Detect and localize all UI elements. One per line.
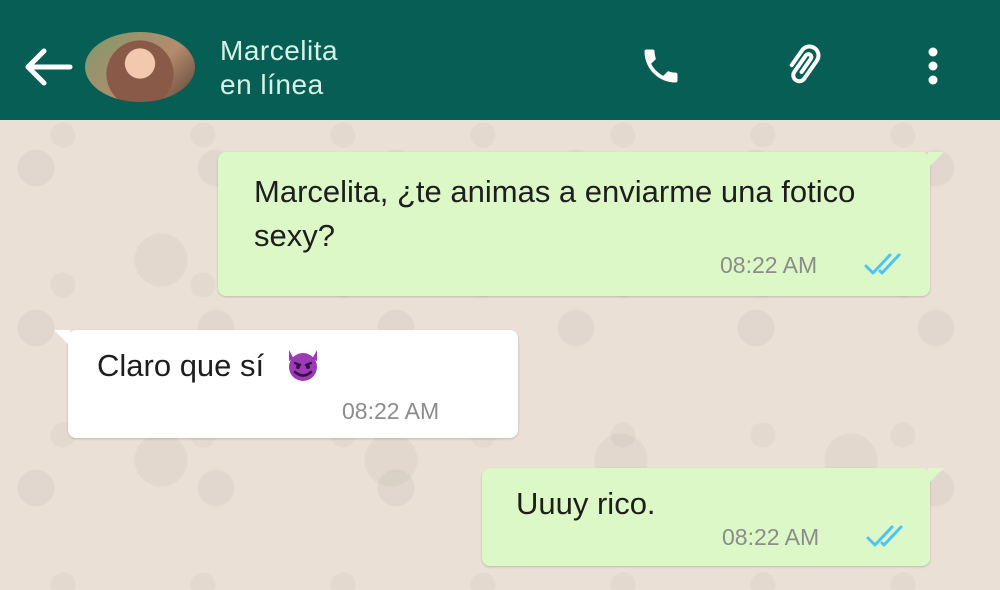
message-text: Uuuy rico. (516, 486, 656, 521)
menu-button[interactable] (920, 44, 946, 93)
message-time: 08:22 AM (342, 398, 440, 424)
smiling-devil-emoji-icon (288, 350, 317, 381)
message-bubble-outgoing[interactable]: Marcelita, ¿te animas a enviarme una fot… (218, 152, 944, 296)
message-text-line: Claro que sí (97, 344, 323, 388)
contact-info[interactable]: Marcelita en línea (220, 34, 338, 102)
message-bubble-incoming[interactable]: Claro que sí 08:22 AM (54, 330, 518, 438)
contact-avatar[interactable] (85, 32, 195, 102)
message-time: 08:22 AM (720, 252, 818, 278)
double-check-icon (866, 525, 903, 547)
phone-icon (644, 49, 678, 83)
contact-status: en línea (220, 69, 324, 100)
message-text: Claro que sí (97, 348, 265, 383)
bubble-tail (928, 468, 944, 484)
message-bubble-outgoing[interactable]: Uuuy rico. 08:22 AM (482, 468, 944, 566)
bubble-tail (928, 152, 944, 168)
back-button[interactable] (20, 45, 76, 89)
attach-button[interactable] (772, 44, 842, 93)
message-text: Marcelita, ¿te animas a enviarme una fot… (254, 174, 856, 253)
call-button[interactable] (630, 44, 692, 93)
back-arrow-icon (25, 48, 73, 86)
paperclip-icon (789, 44, 821, 84)
message-time: 08:22 AM (722, 524, 820, 550)
bubble-tail (54, 330, 70, 346)
chat-header: Marcelita en línea (0, 0, 1000, 120)
chat-area[interactable]: Marcelita, ¿te animas a enviarme una fot… (0, 120, 1000, 590)
more-vert-icon (928, 47, 938, 85)
contact-name: Marcelita (220, 35, 339, 66)
double-check-icon (864, 253, 901, 275)
